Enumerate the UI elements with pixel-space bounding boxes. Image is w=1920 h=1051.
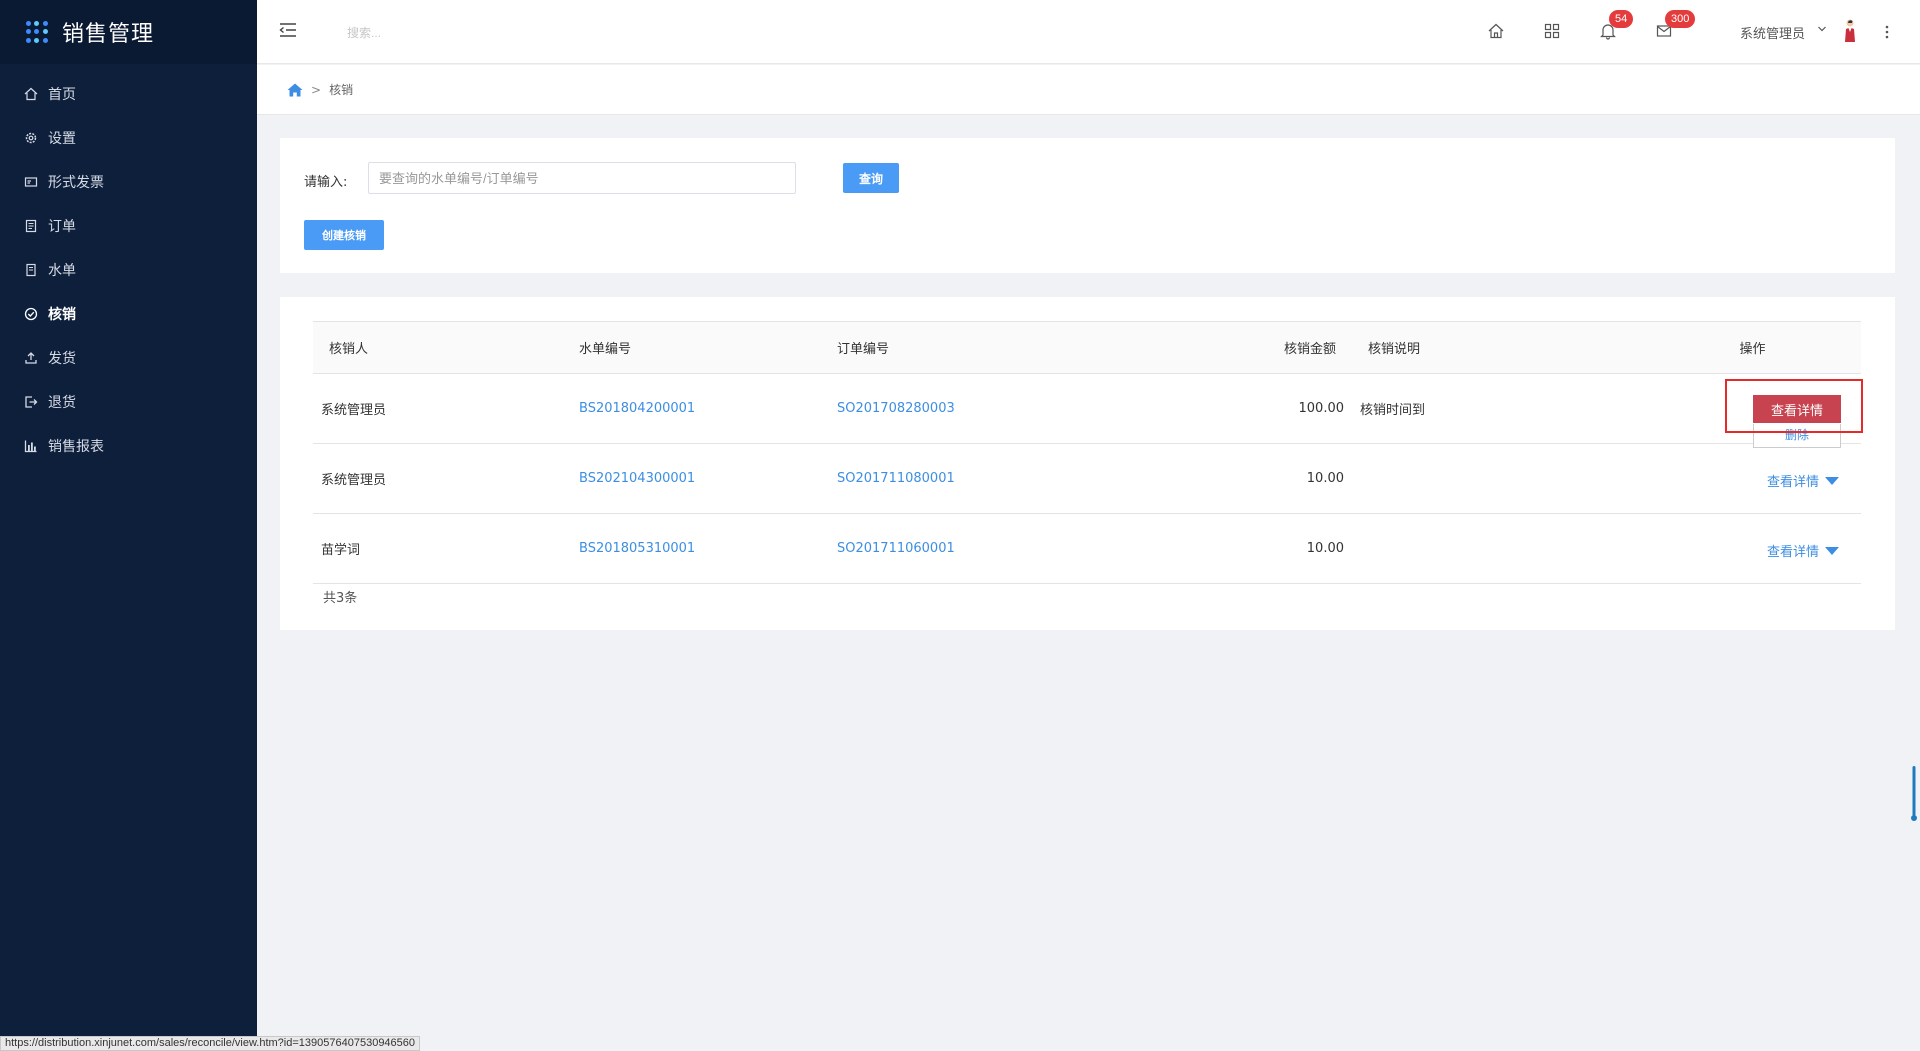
column-header: 操作 <box>1739 342 1766 357</box>
notifications-badge: 54 <box>1609 10 1634 28</box>
reconcile-table: 核销人 水单编号 订单编号 核销金额 核销说明 操作 系统管理员 BS20180… <box>313 321 1863 584</box>
breadcrumb-separator: > <box>311 82 322 97</box>
notifications-button[interactable]: 54 <box>1599 10 1634 40</box>
breadcrumb-current: 核销 <box>329 83 354 97</box>
column-header: 核销金额 <box>1283 342 1336 357</box>
sidebar-item-label: 首页 <box>48 87 76 103</box>
sidebar-item-label: 核销 <box>48 307 76 323</box>
receipt-icon <box>24 263 38 277</box>
sidebar-item-orders[interactable]: 订单 <box>0 204 257 248</box>
bar-chart-icon <box>24 439 38 453</box>
global-search-input[interactable] <box>347 22 547 44</box>
cell-note <box>1344 444 1644 514</box>
search-panel: 请输入: 查询 创建核销 <box>280 138 1895 273</box>
slip-number-link[interactable]: BS201805310001 <box>579 541 695 556</box>
order-icon <box>24 219 38 233</box>
status-bar-url: https://distribution.xinjunet.com/sales/… <box>0 1036 421 1051</box>
cell-person: 系统管理员 <box>321 473 387 488</box>
cell-actions: 查看详情 <box>1644 444 1861 514</box>
column-header: 订单编号 <box>837 342 890 357</box>
messages-badge: 300 <box>1665 10 1696 28</box>
table-row: 系统管理员 BS201804200001 SO201708280003 100.… <box>313 373 1863 448</box>
cell-amount: 100.00 <box>1298 401 1345 416</box>
sidebar-item-water-slip[interactable]: 水单 <box>0 248 257 292</box>
sidebar: 销售管理 首页 设置 形式发票 订单 水单 核销 发货 退货 销售报表 <box>0 0 257 1051</box>
view-details-button[interactable]: 查看详情 <box>1753 395 1841 423</box>
cell-person: 苗学词 <box>321 543 361 558</box>
home-icon[interactable] <box>287 83 303 97</box>
table-row: 苗学词 BS201805310001 SO201711060001 10.00 … <box>313 514 1861 584</box>
table-header-row: 核销人 水单编号 订单编号 核销金额 核销说明 操作 <box>313 321 1861 374</box>
sidebar-menu: 首页 设置 形式发票 订单 水单 核销 发货 退货 销售报表 <box>0 64 257 468</box>
home-icon <box>24 87 38 101</box>
caret-down-icon <box>1825 546 1839 555</box>
view-details-dropdown[interactable]: 查看详情 <box>1767 471 1839 490</box>
menu-toggle-icon[interactable] <box>279 22 297 38</box>
sidebar-item-sales-report[interactable]: 销售报表 <box>0 424 257 468</box>
sidebar-item-home[interactable]: 首页 <box>0 72 257 116</box>
search-input[interactable] <box>368 162 796 194</box>
sidebar-item-label: 发货 <box>48 351 76 367</box>
search-input-label: 请输入: <box>304 175 348 190</box>
slip-number-link[interactable]: BS202104300001 <box>579 471 695 486</box>
sidebar-item-shipping[interactable]: 发货 <box>0 336 257 380</box>
slip-number-link[interactable]: BS201804200001 <box>579 401 695 416</box>
sidebar-item-label: 退货 <box>48 395 76 411</box>
avatar[interactable] <box>1842 18 1858 44</box>
breadcrumb: > 核销 <box>257 65 1920 115</box>
sidebar-item-label: 销售报表 <box>48 439 104 455</box>
sidebar-item-label: 水单 <box>48 263 76 279</box>
view-details-label: 查看详情 <box>1766 475 1819 490</box>
table-panel: 核销人 水单编号 订单编号 核销金额 核销说明 操作 系统管理员 BS20180… <box>280 297 1895 630</box>
column-header: 水单编号 <box>579 342 632 357</box>
app-logo[interactable]: 销售管理 <box>0 0 257 64</box>
sidebar-item-reconcile[interactable]: 核销 <box>0 292 257 336</box>
cell-note: 核销时间到 <box>1360 403 1426 418</box>
total-count: 共3条 <box>323 591 358 606</box>
sidebar-item-label: 设置 <box>48 131 76 147</box>
query-button[interactable]: 查询 <box>843 163 899 193</box>
more-vertical-icon[interactable] <box>1885 24 1889 40</box>
invoice-icon <box>24 175 38 189</box>
cell-amount: 10.00 <box>1306 471 1344 486</box>
app-title: 销售管理 <box>62 22 155 47</box>
table-row: 系统管理员 BS202104300001 SO201711080001 10.0… <box>313 444 1861 514</box>
home-icon[interactable] <box>1487 22 1505 40</box>
order-number-link[interactable]: SO201711080001 <box>837 471 955 486</box>
cell-amount: 10.00 <box>1306 541 1344 556</box>
apps-grid-icon <box>26 21 48 43</box>
order-number-link[interactable]: SO201711060001 <box>837 541 955 556</box>
sidebar-item-proforma-invoice[interactable]: 形式发票 <box>0 160 257 204</box>
caret-down-icon <box>1825 476 1839 485</box>
view-details-dropdown[interactable]: 查看详情 <box>1767 541 1839 560</box>
sidebar-item-label: 订单 <box>48 219 76 235</box>
cell-actions: 查看详情 <box>1644 514 1861 584</box>
page-scrollbar[interactable] <box>1911 766 1917 822</box>
column-header: 核销人 <box>329 342 369 357</box>
sidebar-item-returns[interactable]: 退货 <box>0 380 257 424</box>
cell-actions: 查看详情 删除 <box>1644 374 1863 448</box>
column-header: 核销说明 <box>1368 342 1421 357</box>
gear-icon <box>24 131 38 145</box>
create-reconcile-button[interactable]: 创建核销 <box>304 220 384 250</box>
apps-icon[interactable] <box>1543 22 1561 40</box>
view-details-label: 查看详情 <box>1766 545 1819 560</box>
sidebar-item-settings[interactable]: 设置 <box>0 116 257 160</box>
order-number-link[interactable]: SO201708280003 <box>837 401 955 416</box>
check-circle-icon <box>24 307 38 321</box>
return-icon <box>24 395 38 409</box>
top-header: 54 300 系统管理员 <box>257 0 1920 64</box>
sidebar-item-label: 形式发票 <box>48 175 104 191</box>
cell-person: 系统管理员 <box>321 403 387 418</box>
user-name[interactable]: 系统管理员 <box>1740 23 1805 42</box>
chevron-down-icon[interactable] <box>1817 24 1827 34</box>
cell-note <box>1344 514 1644 584</box>
upload-icon <box>24 351 38 365</box>
messages-button[interactable]: 300 <box>1655 10 1696 40</box>
